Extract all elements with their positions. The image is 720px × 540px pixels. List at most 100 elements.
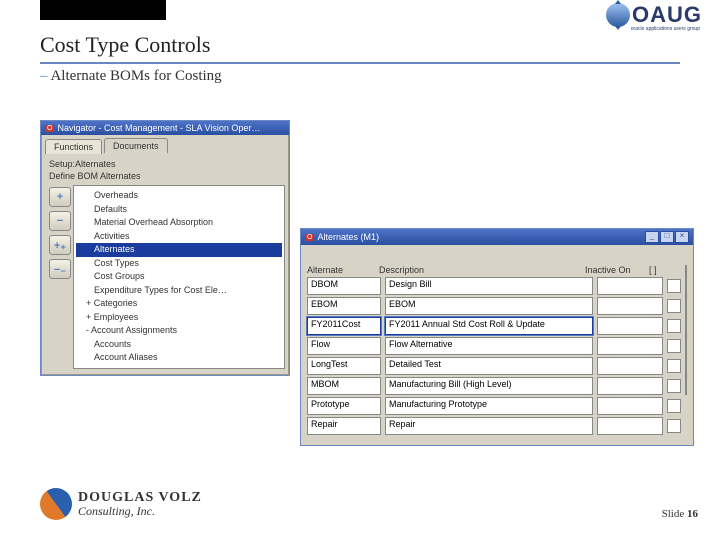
row-checkbox[interactable] — [667, 379, 681, 393]
cell-alternate[interactable]: FY2011Cost — [307, 317, 381, 335]
cell-description[interactable]: Detailed Test — [385, 357, 593, 375]
oaug-circle-icon — [606, 3, 630, 27]
subtitle-text: Alternate BOMs for Costing — [50, 68, 221, 84]
dv-logo-text: DOUGLAS VOLZ Consulting, Inc. — [78, 491, 202, 517]
slide-num-value: 16 — [687, 508, 698, 520]
title-black-bar — [40, 0, 166, 20]
window-controls: _ □ × — [645, 231, 689, 243]
nav-item[interactable]: Accounts — [76, 338, 282, 352]
navigator-titlebar[interactable]: O Navigator - Cost Management - SLA Visi… — [41, 121, 289, 135]
navigator-body: + − +₊ −₋ OverheadsDefaultsMaterial Over… — [41, 183, 289, 375]
close-icon[interactable]: × — [675, 231, 689, 243]
oaug-text: OAUG — [632, 2, 702, 28]
cell-description[interactable]: Manufacturing Prototype — [385, 397, 593, 415]
nav-item[interactable]: - Account Assignments — [76, 324, 282, 338]
navigator-side-buttons: + − +₊ −₋ — [45, 185, 73, 369]
table-row[interactable]: FY2011CostFY2011 Annual Std Cost Roll & … — [307, 317, 681, 335]
cell-description[interactable]: Design Bill — [385, 277, 593, 295]
cell-description[interactable]: EBOM — [385, 297, 593, 315]
cell-description[interactable]: FY2011 Annual Std Cost Roll & Update — [385, 317, 593, 335]
cell-description[interactable]: Manufacturing Bill (High Level) — [385, 377, 593, 395]
table-row[interactable]: DBOMDesign Bill — [307, 277, 681, 295]
expand-all-button[interactable]: +₊ — [49, 235, 71, 255]
dv-line1: DOUGLAS VOLZ — [78, 491, 202, 505]
alternates-title: Alternates (M1) — [317, 232, 379, 242]
oaug-logo: OAUG oracle applications users group — [606, 2, 702, 28]
row-checkbox[interactable] — [667, 419, 681, 433]
table-row[interactable]: RepairRepair — [307, 417, 681, 435]
dash-icon: – — [40, 68, 50, 84]
nav-item[interactable]: Activities — [76, 230, 282, 244]
navigator-tabs: Functions Documents — [41, 135, 289, 153]
navigator-tree[interactable]: OverheadsDefaultsMaterial Overhead Absor… — [73, 185, 285, 369]
nav-item[interactable]: + Employees — [76, 311, 282, 325]
tab-functions[interactable]: Functions — [45, 139, 102, 154]
table-row[interactable]: LongTestDetailed Test — [307, 357, 681, 375]
cell-alternate[interactable]: LongTest — [307, 357, 381, 375]
page-title: Cost Type Controls — [40, 32, 210, 58]
collapse-button[interactable]: − — [49, 211, 71, 231]
nav-item[interactable]: Account Aliases — [76, 351, 282, 365]
cell-alternate[interactable]: MBOM — [307, 377, 381, 395]
nav-item[interactable]: + Categories — [76, 297, 282, 311]
row-checkbox[interactable] — [667, 319, 681, 333]
table-row[interactable]: EBOMEBOM — [307, 297, 681, 315]
nav-item[interactable]: Cost Groups — [76, 270, 282, 284]
cell-description[interactable]: Repair — [385, 417, 593, 435]
expand-button[interactable]: + — [49, 187, 71, 207]
table-row[interactable]: FlowFlow Alternative — [307, 337, 681, 355]
nav-item[interactable]: Overheads — [76, 189, 282, 203]
dv-mark-icon — [40, 488, 72, 520]
cell-inactive[interactable] — [597, 277, 663, 295]
minimize-icon[interactable]: _ — [645, 231, 659, 243]
navigator-window: O Navigator - Cost Management - SLA Visi… — [40, 120, 290, 376]
slide-number: Slide 16 — [662, 508, 698, 520]
nav-item[interactable]: Expenditure Types for Cost Ele… — [76, 284, 282, 298]
table-row[interactable]: PrototypeManufacturing Prototype — [307, 397, 681, 415]
cell-alternate[interactable]: Repair — [307, 417, 381, 435]
title-underline — [40, 62, 680, 64]
row-checkbox[interactable] — [667, 299, 681, 313]
navigator-breadcrumb: Setup:Alternates Define BOM Alternates — [41, 153, 289, 183]
breadcrumb-line1: Setup:Alternates — [49, 159, 281, 169]
nav-item[interactable]: Alternates — [76, 243, 282, 257]
cell-alternate[interactable]: Prototype — [307, 397, 381, 415]
col-alternate: Alternate — [307, 265, 379, 275]
cell-inactive[interactable] — [597, 397, 663, 415]
tab-documents[interactable]: Documents — [104, 138, 168, 153]
cell-inactive[interactable] — [597, 377, 663, 395]
dv-line2: Consulting, Inc. — [78, 505, 202, 517]
cell-inactive[interactable] — [597, 317, 663, 335]
alternates-body: Alternate Description Inactive On [ ] DB… — [301, 245, 693, 445]
cell-alternate[interactable]: DBOM — [307, 277, 381, 295]
cell-inactive[interactable] — [597, 297, 663, 315]
row-checkbox[interactable] — [667, 339, 681, 353]
cell-alternate[interactable]: EBOM — [307, 297, 381, 315]
oracle-badge-icon: O — [305, 234, 314, 241]
row-checkbox[interactable] — [667, 279, 681, 293]
douglas-volz-logo: DOUGLAS VOLZ Consulting, Inc. — [40, 488, 202, 520]
alternates-titlebar[interactable]: O Alternates (M1) _ □ × — [301, 229, 693, 245]
scrollbar[interactable] — [685, 265, 687, 395]
nav-item[interactable]: Material Overhead Absorption — [76, 216, 282, 230]
nav-item[interactable]: Cost Types — [76, 257, 282, 271]
cell-inactive[interactable] — [597, 417, 663, 435]
row-checkbox[interactable] — [667, 359, 681, 373]
maximize-icon[interactable]: □ — [660, 231, 674, 243]
slide-label: Slide — [662, 508, 685, 520]
cell-inactive[interactable] — [597, 357, 663, 375]
col-description: Description — [379, 265, 585, 275]
collapse-all-button[interactable]: −₋ — [49, 259, 71, 279]
alternates-window: O Alternates (M1) _ □ × Alternate Descri… — [300, 228, 694, 446]
table-row[interactable]: MBOMManufacturing Bill (High Level) — [307, 377, 681, 395]
cell-inactive[interactable] — [597, 337, 663, 355]
cell-description[interactable]: Flow Alternative — [385, 337, 593, 355]
alternates-column-headers: Alternate Description Inactive On [ ] — [307, 265, 681, 275]
oracle-badge-icon: O — [45, 125, 54, 132]
col-flag: [ ] — [649, 265, 667, 275]
nav-item[interactable]: Defaults — [76, 203, 282, 217]
cell-alternate[interactable]: Flow — [307, 337, 381, 355]
row-checkbox[interactable] — [667, 399, 681, 413]
navigator-title: Navigator - Cost Management - SLA Vision… — [57, 123, 260, 133]
oaug-tagline: oracle applications users group — [631, 26, 700, 32]
